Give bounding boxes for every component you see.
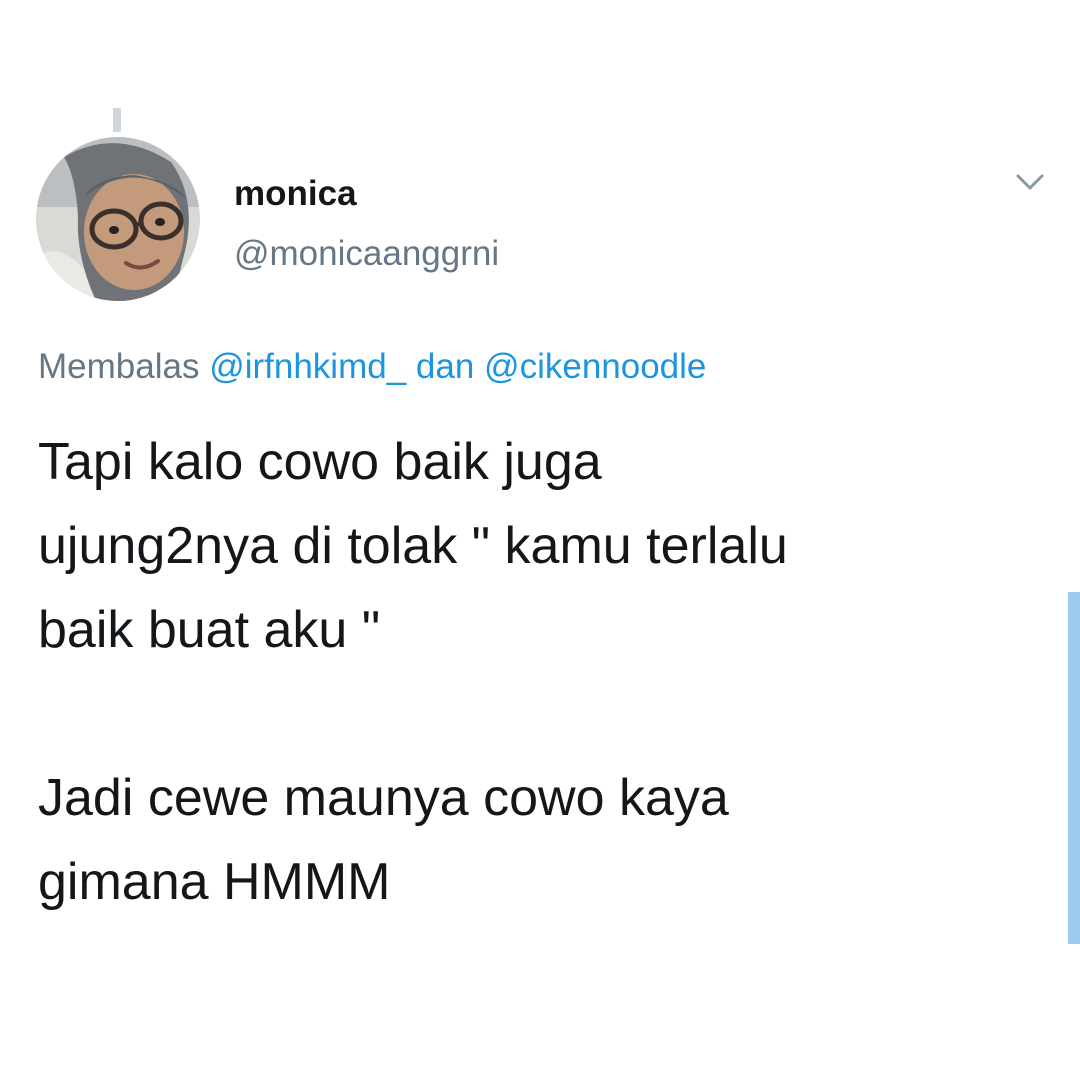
- reply-mention-link[interactable]: @irfnhkimd_: [209, 347, 406, 386]
- avatar[interactable]: [36, 137, 200, 301]
- scrollbar-thumb[interactable]: [1068, 592, 1080, 944]
- author-display-name[interactable]: monica: [234, 172, 357, 216]
- reply-context: Membalas @irfnhkimd_ dan @cikennoodle: [38, 344, 706, 390]
- tweet-paragraph: Tapi kalo cowo baik juga ujung2nya di to…: [38, 433, 788, 659]
- reply-prefix: Membalas: [38, 347, 200, 386]
- tweet-text: Tapi kalo cowo baik juga ujung2nya di to…: [38, 420, 1038, 924]
- reply-mention-link[interactable]: @cikennoodle: [484, 347, 706, 386]
- reply-conjunction: dan: [415, 347, 475, 386]
- tweet-menu-button[interactable]: [1008, 166, 1052, 198]
- avatar-photo-icon: [36, 137, 200, 301]
- tweet-paragraph: Jadi cewe maunya cowo kaya gimana HMMM: [38, 769, 729, 911]
- chevron-down-icon: [1016, 174, 1044, 190]
- author-handle[interactable]: @monicaanggrni: [234, 232, 499, 276]
- thread-connector-line: [113, 108, 121, 132]
